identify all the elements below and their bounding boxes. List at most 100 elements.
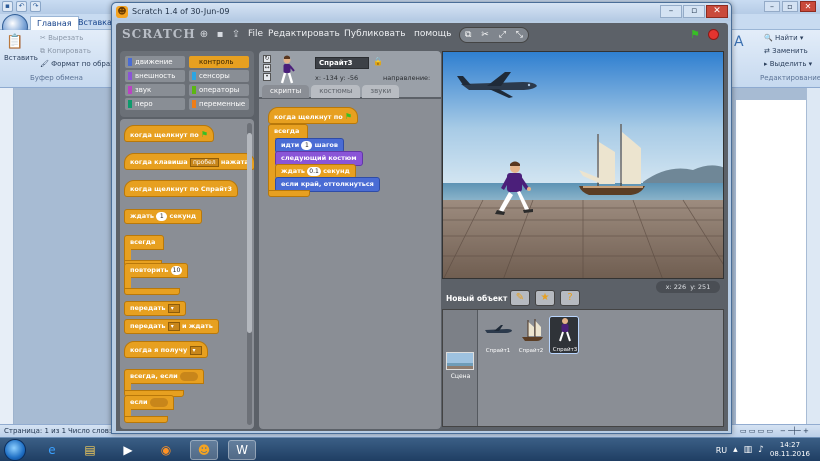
category-looks[interactable]: внешность [125, 70, 185, 82]
category-control[interactable]: контроль [189, 56, 249, 68]
sprite-tile-2[interactable]: Спрайт2 [516, 316, 546, 354]
rotate-all-icon[interactable]: ↻ [263, 55, 271, 63]
share-icon[interactable]: ⇪ [230, 29, 242, 41]
block-palette: когда щелкнут по ⚑ когда клавиша пробел … [120, 119, 254, 429]
tab-scripts[interactable]: скрипты [262, 85, 310, 98]
stage[interactable] [442, 51, 724, 279]
choose-sprite-button[interactable]: ★ [535, 290, 555, 306]
script-forever[interactable]: всегда [268, 124, 308, 139]
zoom-slider[interactable]: − ─┼─ + [780, 427, 809, 435]
condition-slot[interactable] [149, 397, 168, 407]
menu-share[interactable]: Публиковать [344, 29, 406, 39]
styles-icon[interactable]: A [734, 34, 744, 50]
category-operators[interactable]: операторы [189, 84, 249, 96]
maximize-button[interactable]: ▫ [782, 1, 798, 12]
random-sprite-button[interactable]: ? [560, 290, 580, 306]
stage-selector[interactable]: Сцена [443, 310, 478, 426]
move-input[interactable]: 1 [301, 140, 313, 150]
receive-dropdown[interactable]: ▾ [189, 345, 202, 355]
language-indicator[interactable]: RU [716, 446, 727, 455]
start-button[interactable] [4, 439, 26, 461]
green-flag-icon[interactable]: ⚑ [690, 28, 703, 41]
wait-input[interactable]: 1 [156, 211, 168, 221]
palette-scrollbar[interactable] [247, 123, 252, 425]
script-area[interactable]: когда щелкнут по ⚑ всегда идти 1 шагов с… [259, 99, 441, 429]
tray-arrow-icon[interactable]: ▴ [733, 445, 738, 455]
block-broadcast[interactable]: передать ▾ [124, 301, 186, 316]
grow-icon[interactable]: ⤢ [499, 30, 506, 40]
sprite-name-field[interactable]: Спрайт3 [315, 57, 369, 69]
block-when-key-pressed[interactable]: когда клавиша пробел нажата [124, 153, 254, 170]
duplicate-icon[interactable]: ⧉ [465, 30, 471, 40]
document-page[interactable] [736, 100, 806, 424]
sprite-tile-3[interactable]: Спрайт3 [549, 316, 579, 354]
block-label: следующий костюм [281, 154, 357, 162]
block-when-flag-clicked[interactable]: когда щелкнут по ⚑ [124, 125, 215, 142]
paint-sprite-button[interactable]: ✎ [510, 290, 530, 306]
delete-icon[interactable]: ✂ [481, 30, 489, 40]
select-button[interactable]: ▸ Выделить ▾ [764, 60, 812, 68]
save-icon[interactable]: ▪ [2, 1, 13, 12]
find-button[interactable]: 🔍 Найти ▾ [764, 34, 803, 42]
block-broadcast-and-wait[interactable]: передать ▾ и ждать [124, 319, 219, 334]
menu-edit[interactable]: Редактировать [268, 29, 340, 39]
block-repeat[interactable]: повторить 10 [124, 263, 189, 278]
condition-slot[interactable] [179, 371, 198, 381]
wait-input[interactable]: 0.1 [307, 166, 321, 176]
explorer-icon[interactable]: ▤ [76, 440, 104, 460]
block-forever-if[interactable]: всегда, если [124, 369, 204, 384]
block-forever[interactable]: всегда [124, 235, 164, 250]
lock-icon[interactable]: 🔒 [373, 57, 383, 66]
minimize-button[interactable]: – [660, 5, 682, 18]
vertical-scrollbar[interactable] [806, 88, 820, 424]
key-dropdown[interactable]: пробел [189, 157, 219, 167]
category-motion[interactable]: движение [125, 56, 185, 68]
menu-file[interactable]: File [248, 29, 263, 39]
minimize-button[interactable]: – [764, 1, 780, 12]
scratch-taskbar-icon[interactable]: ☻ [190, 440, 218, 460]
script-when-flag-clicked[interactable]: когда щелкнут по ⚑ [268, 107, 359, 124]
maximize-button[interactable]: ▫ [683, 5, 705, 18]
block-if[interactable]: если [124, 395, 174, 410]
redo-icon[interactable]: ↷ [30, 1, 41, 12]
replace-button[interactable]: ⇄ Заменить [764, 47, 808, 55]
undo-icon[interactable]: ↶ [16, 1, 27, 12]
tab-sounds[interactable]: звуки [362, 85, 400, 98]
stage-label: Сцена [450, 373, 471, 380]
firefox-icon[interactable]: ◉ [152, 440, 180, 460]
rotate-none-icon[interactable]: • [263, 73, 271, 81]
media-player-icon[interactable]: ▶ [114, 440, 142, 460]
block-when-i-receive[interactable]: когда я получу ▾ [124, 341, 208, 358]
category-sensing[interactable]: сенсоры [189, 70, 249, 82]
category-sound[interactable]: звук [125, 84, 185, 96]
close-button[interactable]: ✕ [706, 5, 728, 18]
tab-costumes[interactable]: костюмы [311, 85, 361, 98]
stage-thumbnail[interactable] [446, 352, 474, 370]
save-icon[interactable]: ▪ [214, 29, 226, 41]
paste-icon[interactable]: 📋 [6, 34, 23, 50]
block-when-sprite-clicked[interactable]: когда щелкнут по Спрайт3 [124, 180, 239, 197]
view-buttons[interactable]: ▭ ▭ ▭ ▭ [740, 427, 773, 435]
language-globe-icon[interactable]: ⊕ [198, 29, 210, 41]
cut-button[interactable]: ✂ Вырезать [40, 34, 83, 42]
category-variables[interactable]: переменные [189, 98, 249, 110]
repeat-input[interactable]: 10 [170, 265, 183, 275]
block-wait[interactable]: ждать 1 секунд [124, 209, 203, 224]
word-taskbar-icon[interactable]: W [228, 440, 256, 460]
palette-scroll-thumb[interactable] [247, 133, 252, 333]
broadcast-wait-dropdown[interactable]: ▾ [167, 321, 180, 331]
shrink-icon[interactable]: ⤡ [516, 30, 523, 40]
ie-icon[interactable]: e [38, 440, 66, 460]
category-pen[interactable]: перо [125, 98, 185, 110]
volume-icon[interactable]: ♪ [758, 445, 764, 455]
close-button[interactable]: ✕ [800, 1, 816, 12]
rotate-lr-icon[interactable]: ↔ [263, 64, 271, 72]
stop-button[interactable] [708, 29, 719, 40]
sprite-tile-1[interactable]: Спрайт1 [483, 316, 513, 354]
network-icon[interactable]: ▥ [744, 445, 753, 455]
broadcast-dropdown[interactable]: ▾ [167, 303, 180, 313]
menu-help[interactable]: помощь [414, 29, 451, 39]
clock[interactable]: 14:27 08.11.2016 [770, 441, 810, 459]
paste-button[interactable]: Вставить [4, 54, 38, 62]
copy-button[interactable]: ⧉ Копировать [40, 47, 91, 56]
